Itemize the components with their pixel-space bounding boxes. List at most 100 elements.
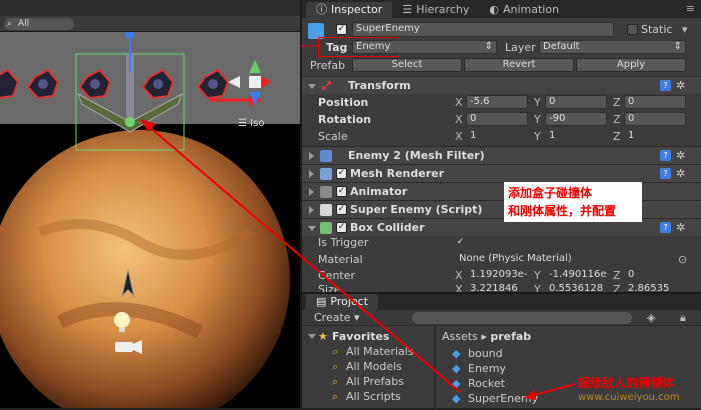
project-panel: ▤ Project Create ▾ ◈ 🔒︎ ★ Favorites ⌕ All … [300, 292, 701, 410]
breadcrumb-prefab[interactable]: prefab [490, 330, 531, 343]
tag-dropdown[interactable]: Enemy ⇕ [352, 40, 497, 54]
breadcrumb-assets[interactable]: Assets [442, 330, 478, 343]
foldout-open-icon[interactable] [308, 226, 316, 231]
splitter[interactable] [434, 327, 436, 410]
prefab-revert-button[interactable]: Revert [464, 58, 574, 72]
prefab-cube-icon: ◆ [452, 377, 461, 390]
help-icon[interactable]: ? [660, 222, 671, 233]
gear-icon[interactable]: ✲ [676, 77, 685, 94]
project-tree: ★ Favorites ⌕ All Materials ⌕ All Models ⌕… [302, 329, 432, 404]
component-header-mesh-renderer[interactable]: ✓ Mesh Renderer ? ✲ [302, 164, 701, 182]
transform-icon: ⤢ [322, 79, 331, 92]
object-name-field[interactable]: SuperEnemy [352, 22, 614, 37]
foldout-open-icon[interactable] [308, 334, 316, 339]
scale-y-field[interactable]: 1 [545, 129, 607, 143]
gear-icon[interactable]: ✲ [676, 165, 685, 182]
transform-position-row: Position X -5.6 Y0 Z0 [302, 94, 701, 111]
component-header-mesh-filter[interactable]: Enemy 2 (Mesh Filter) ? ✲ [302, 146, 701, 164]
favorite-all-scripts[interactable]: ⌕ All Scripts [302, 389, 432, 404]
prefab-cube-icon: ◆ [452, 362, 461, 375]
foldout-open-icon[interactable] [308, 84, 316, 89]
size-z-field[interactable]: 2.86535 [624, 283, 686, 292]
scale-z-field[interactable]: 1 [624, 129, 686, 143]
transform-header[interactable]: ⤢ Transform ? ✲ [302, 76, 701, 94]
rotation-label: Rotation [318, 113, 372, 126]
folder-icon: ▤ [316, 295, 327, 308]
position-x-field[interactable]: -5.6 [466, 95, 528, 109]
prefab-row: Prefab Select Revert Apply [302, 57, 701, 74]
material-field[interactable]: None (Physic Material) [455, 252, 675, 266]
mesh-renderer-checkbox[interactable]: ✓ [336, 168, 347, 179]
position-y-field[interactable]: 0 [545, 95, 607, 109]
scene-tab-bar [0, 0, 300, 16]
scene-search-input[interactable]: ⌕ All [4, 18, 74, 30]
layer-label: Layer [505, 41, 536, 54]
is-trigger-checkbox[interactable]: ✓ [455, 237, 466, 248]
size-x-field[interactable]: 3.221846 [466, 283, 528, 292]
foldout-closed-icon[interactable] [309, 188, 314, 196]
search-icon: ⌕ [332, 390, 339, 403]
center-x-field[interactable]: 1.192093e- [466, 268, 528, 282]
create-dropdown[interactable]: Create ▾ [314, 311, 360, 324]
center-z-field[interactable]: 0 [624, 268, 686, 282]
asset-item-bound[interactable]: ◆ bound [452, 346, 701, 361]
favorite-all-prefabs[interactable]: ⌕ All Prefabs [302, 374, 432, 389]
label-filter-icon[interactable]: ◈ [647, 311, 655, 324]
rotation-x-field[interactable]: 0 [466, 112, 528, 126]
foldout-closed-icon[interactable] [309, 152, 314, 160]
tab-project[interactable]: ▤ Project [306, 294, 379, 310]
camera-icon[interactable] [115, 340, 142, 354]
transform-rotation-row: Rotation X0 Y -90 Z0 [302, 111, 701, 128]
lock-icon[interactable]: 🔒︎ [680, 311, 686, 325]
rotation-z-field[interactable]: 0 [624, 112, 686, 126]
rotation-y-field[interactable]: -90 [545, 112, 607, 126]
gear-icon[interactable]: ✲ [676, 147, 685, 164]
foldout-closed-icon[interactable] [309, 206, 314, 214]
size-label: Size [318, 283, 341, 292]
scene-canvas[interactable] [0, 32, 300, 408]
project-search-input[interactable] [412, 312, 632, 324]
super-enemy-script-checkbox[interactable]: ✓ [336, 204, 347, 215]
animator-checkbox[interactable]: ✓ [336, 186, 347, 197]
center-row: Center X 1.192093e- Y -1.490116e Z0 [302, 267, 701, 284]
box-collider-annotation: 添加盒子碰撞体 和刚体属性，并配置 [504, 182, 642, 222]
iso-label[interactable]: ☰ Iso [238, 118, 264, 129]
center-y-field[interactable]: -1.490116e [545, 268, 607, 282]
static-dropdown-icon[interactable]: ▾ [682, 21, 688, 38]
scene-toolbar: ⌕ All [0, 16, 300, 32]
help-icon[interactable]: ? [660, 168, 671, 179]
tab-animation[interactable]: ◐ Animation [479, 2, 569, 18]
size-row: Size X 3.221846 Y 0.5536128 Z 2.86535 [302, 283, 701, 292]
help-icon[interactable]: ? [660, 150, 671, 161]
panel-menu-icon[interactable]: ≡ [686, 2, 695, 15]
size-y-field[interactable]: 0.5536128 [545, 283, 607, 292]
tag-layer-row: Tag Enemy ⇕ Layer Default ⇕ [302, 37, 701, 57]
is-trigger-row: Is Trigger ✓ [302, 234, 701, 251]
box-collider-checkbox[interactable]: ✓ [336, 222, 347, 233]
favorite-all-materials[interactable]: ⌕ All Materials [302, 344, 432, 359]
help-icon[interactable]: ? [660, 80, 671, 91]
list-icon: ☰ [402, 3, 413, 16]
foldout-closed-icon[interactable] [309, 170, 314, 178]
position-z-field[interactable]: 0 [624, 95, 686, 109]
animator-icon [320, 186, 332, 198]
is-trigger-label: Is Trigger [318, 236, 369, 249]
scene-view[interactable]: ⌕ All ☰ Iso [0, 0, 300, 408]
tab-inspector[interactable]: ⓘ Inspector [306, 2, 393, 18]
prefab-select-button[interactable]: Select [352, 58, 462, 72]
inspector-panel: ⓘ Inspector ☰ Hierarchy ◐ Animation ≡ ✓ Sup… [300, 0, 701, 292]
layer-dropdown[interactable]: Default ⇕ [539, 40, 686, 54]
prefab-cube-icon: ◆ [452, 347, 461, 360]
iso-icon: ☰ [238, 118, 251, 129]
favorite-all-models[interactable]: ⌕ All Models [302, 359, 432, 374]
static-checkbox[interactable] [627, 24, 638, 35]
favorites-item[interactable]: ★ Favorites [302, 329, 432, 344]
script-icon [320, 204, 332, 216]
object-picker-icon[interactable]: ⊙ [678, 251, 687, 268]
object-active-checkbox[interactable]: ✓ [336, 24, 347, 35]
prefab-apply-button[interactable]: Apply [576, 58, 686, 72]
project-tabbar: ▤ Project [302, 294, 701, 310]
tab-hierarchy[interactable]: ☰ Hierarchy [392, 2, 479, 18]
scale-x-field[interactable]: 1 [466, 129, 528, 143]
search-icon: ⌕ [332, 360, 339, 373]
